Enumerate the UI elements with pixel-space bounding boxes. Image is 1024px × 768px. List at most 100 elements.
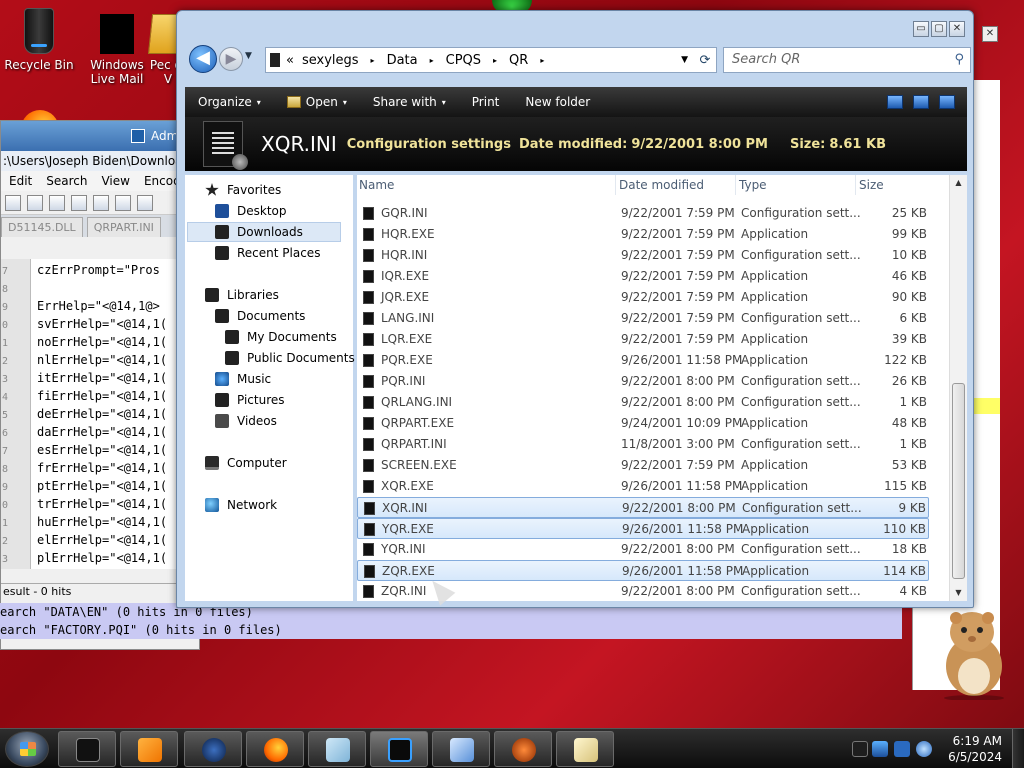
file-row[interactable]: SCREEN.EXE 9/22/2001 7:59 PM Application 53… <box>357 455 929 476</box>
column-header-type[interactable]: Type <box>737 175 853 195</box>
file-row[interactable]: YQR.INI 9/22/2001 8:00 PM Configuration se… <box>357 539 929 560</box>
search-input[interactable]: Search QR ⚲ <box>723 47 971 73</box>
close-button[interactable]: ✕ <box>949 21 965 37</box>
nav-my-documents[interactable]: My Documents <box>225 327 337 347</box>
notepad-editor[interactable]: 7 czErrPrompt="Pros 8 9 ErrHelp="<@14,1@> … <box>1 259 201 569</box>
nav-downloads[interactable]: Downloads <box>187 222 341 242</box>
file-list[interactable]: Name Date modified Type Size GQR.INI 9/22… <box>357 175 967 601</box>
nav-favorites[interactable]: Favorites <box>205 180 281 200</box>
file-row[interactable]: JQR.EXE 9/22/2001 7:59 PM Application 90 KB <box>357 287 929 308</box>
tab-d51145-dll[interactable]: D51145.DLL <box>1 217 83 237</box>
recent-pages-dropdown[interactable]: ▼ <box>245 51 252 61</box>
nav-documents[interactable]: Documents <box>215 306 305 326</box>
nav-recent-places[interactable]: Recent Places <box>215 243 320 263</box>
file-row[interactable]: QRPART.INI 11/8/2001 3:00 PM Configuration… <box>357 434 929 455</box>
file-row[interactable]: QRPART.EXE 9/24/2001 10:09 PM Application 4… <box>357 413 929 434</box>
print-icon[interactable] <box>115 194 131 211</box>
file-row[interactable]: YQR.EXE 9/26/2001 11:58 PM Application 110 … <box>357 518 929 539</box>
file-row[interactable]: XQR.INI 9/22/2001 8:00 PM Configuration se… <box>357 497 929 518</box>
menu-edit[interactable]: Edit <box>9 174 32 188</box>
scrollbar-thumb[interactable] <box>952 383 965 579</box>
shield-icon[interactable] <box>872 741 888 757</box>
file-row[interactable]: HQR.INI 9/22/2001 7:59 PM Configuration se… <box>357 245 929 266</box>
cut-icon[interactable] <box>137 194 153 211</box>
breadcrumb-separator-icon[interactable]: ▸ <box>489 56 501 65</box>
volume-icon[interactable] <box>916 741 932 757</box>
show-desktop-button[interactable] <box>1012 729 1024 768</box>
breadcrumb-overflow[interactable]: « <box>286 53 294 68</box>
file-row[interactable]: LQR.EXE 9/22/2001 7:59 PM Application 39 KB <box>357 329 929 350</box>
column-divider[interactable] <box>855 175 856 195</box>
nav-desktop[interactable]: Desktop <box>215 201 287 221</box>
help-icon[interactable] <box>939 95 955 109</box>
breadcrumb-qr[interactable]: QR <box>501 53 536 68</box>
file-list-scrollbar[interactable]: ▲ ▼ <box>949 175 967 601</box>
menu-search[interactable]: Search <box>46 174 87 188</box>
file-row[interactable]: GQR.INI 9/22/2001 7:59 PM Configuration se… <box>357 203 929 224</box>
tray-notch-icon[interactable] <box>852 741 868 757</box>
breadcrumb-data[interactable]: Data <box>379 53 426 68</box>
refresh-icon[interactable]: ⟳ <box>694 53 716 68</box>
file-row[interactable]: PQR.EXE 9/26/2001 11:58 PM Application 122 … <box>357 350 929 371</box>
print-button[interactable]: Print <box>459 87 513 117</box>
taskbar-notepad-plus-button[interactable] <box>556 731 614 767</box>
search-result-line[interactable]: earch "FACTORY.PQI" (0 hits in 0 files) <box>0 621 902 639</box>
background-close-icon[interactable]: ✕ <box>982 26 998 42</box>
start-button[interactable] <box>5 731 49 767</box>
column-header-date-modified[interactable]: Date modified <box>617 175 733 195</box>
nav-pictures[interactable]: Pictures <box>215 390 285 410</box>
taskbar-burner-button[interactable] <box>494 731 552 767</box>
file-row[interactable]: LANG.INI 9/22/2001 7:59 PM Configuration s… <box>357 308 929 329</box>
address-bar[interactable]: « sexylegs ▸ Data ▸ CPQS ▸ QR ▸ ▼ ⟳ <box>265 47 717 73</box>
file-row[interactable]: HQR.EXE 9/22/2001 7:59 PM Application 99 KB <box>357 224 929 245</box>
preview-pane-icon[interactable] <box>913 95 929 109</box>
desktop-icon-windows-live-mail[interactable]: Windows Live Mail <box>78 14 156 86</box>
breadcrumb-separator-icon[interactable]: ▸ <box>367 56 379 65</box>
column-divider[interactable] <box>735 175 736 195</box>
nav-music[interactable]: Music <box>215 369 271 389</box>
close-file-icon[interactable] <box>71 194 87 211</box>
save-all-icon[interactable] <box>49 194 65 211</box>
file-row[interactable]: PQR.INI 9/22/2001 8:00 PM Configuration se… <box>357 371 929 392</box>
nav-computer[interactable]: Computer <box>205 453 287 473</box>
taskbar-media-center-button[interactable] <box>432 731 490 767</box>
save-icon[interactable] <box>27 194 43 211</box>
minimize-button[interactable]: ▭ <box>913 21 929 37</box>
back-button[interactable]: ◀ <box>189 45 217 73</box>
file-row[interactable]: QRLANG.INI 9/22/2001 8:00 PM Configuration… <box>357 392 929 413</box>
taskbar-media-player-button[interactable] <box>120 731 178 767</box>
column-header-name[interactable]: Name <box>357 175 615 195</box>
taskbar-firefox-button[interactable] <box>246 731 304 767</box>
address-dropdown-icon[interactable]: ▼ <box>675 55 694 65</box>
organize-button[interactable]: Organize ▾ <box>185 87 274 117</box>
column-divider[interactable] <box>615 175 616 195</box>
search-results-panel[interactable]: earch "DATA\EN" (0 hits in 0 files) earc… <box>0 603 902 639</box>
tab-qrpart-ini[interactable]: QRPART.INI <box>86 217 161 237</box>
desktop-icon-recycle-bin[interactable]: Recycle Bin <box>0 8 78 72</box>
nav-public-documents[interactable]: Public Documents <box>225 348 355 368</box>
breadcrumb-separator-icon[interactable]: ▸ <box>536 56 548 65</box>
scroll-up-icon[interactable]: ▲ <box>950 175 967 191</box>
breadcrumb-cpqs[interactable]: CPQS <box>438 53 489 68</box>
taskbar-cmd-button[interactable] <box>58 731 116 767</box>
explorer-window[interactable]: ▭ ▢ ✕ ◀ ▶ ▼ « sexylegs ▸ Data ▸ CPQS ▸ Q… <box>176 10 974 608</box>
network-tray-icon[interactable] <box>894 741 910 757</box>
taskbar-notepad-button[interactable] <box>308 731 366 767</box>
open-button[interactable]: Open ▾ <box>274 87 360 117</box>
clock[interactable]: 6:19 AM 6/5/2024 <box>948 733 1002 765</box>
search-icon[interactable]: ⚲ <box>954 48 964 72</box>
change-view-icon[interactable] <box>887 95 903 109</box>
nav-libraries[interactable]: Libraries <box>205 285 279 305</box>
close-all-icon[interactable] <box>93 194 109 211</box>
new-folder-button[interactable]: New folder <box>512 87 603 117</box>
open-file-icon[interactable] <box>5 194 21 211</box>
notepad-title-bar[interactable]: Adm <box>1 121 199 151</box>
maximize-button[interactable]: ▢ <box>931 21 947 37</box>
taskbar-globe-button[interactable] <box>184 731 242 767</box>
scroll-down-icon[interactable]: ▼ <box>950 585 967 601</box>
taskbar-explorer-button[interactable] <box>370 731 428 767</box>
file-row[interactable]: XQR.EXE 9/26/2001 11:58 PM Application 115 … <box>357 476 929 497</box>
breadcrumb-sexylegs[interactable]: sexylegs <box>294 53 367 68</box>
hamster-gadget-icon[interactable] <box>934 606 1010 700</box>
nav-videos[interactable]: Videos <box>215 411 277 431</box>
